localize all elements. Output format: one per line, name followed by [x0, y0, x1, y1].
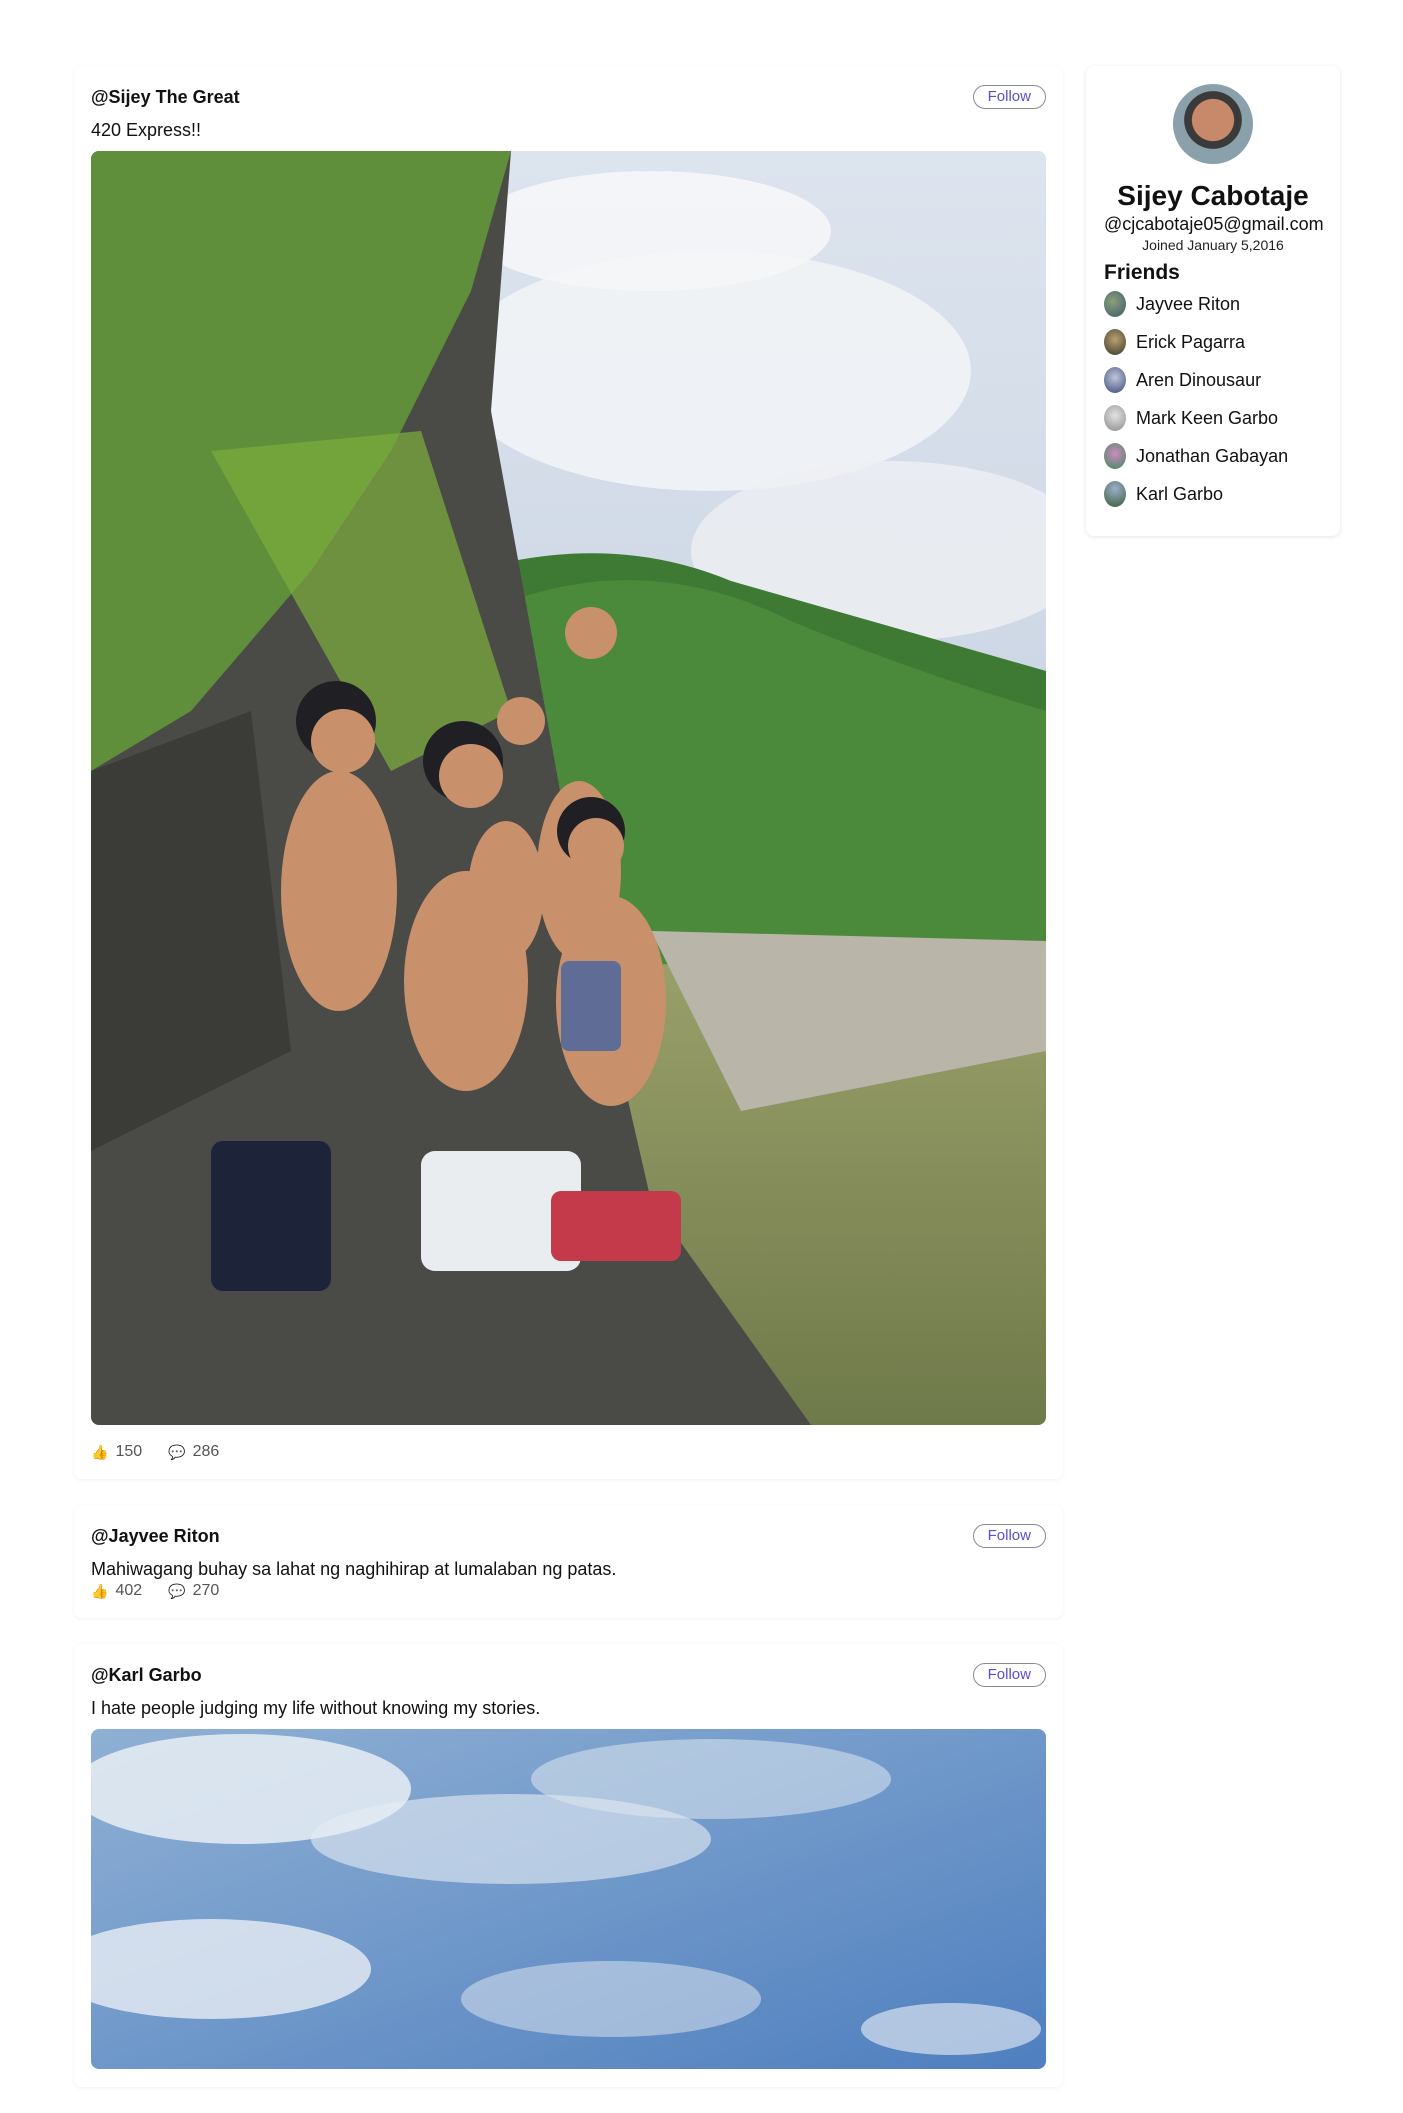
post-username[interactable]: @Karl Garbo — [91, 1665, 202, 1686]
friend-name: Jonathan Gabayan — [1136, 445, 1289, 466]
friend-name: Mark Keen Garbo — [1136, 407, 1279, 428]
post-header: @Karl Garbo Follow — [91, 1662, 1046, 1688]
like-count[interactable]: 👍 402 — [91, 1582, 142, 1600]
feed: @Sijey The Great Follow 420 Express!! 👍 … — [74, 66, 1063, 2113]
post-username[interactable]: @Jayvee Riton — [91, 1526, 220, 1547]
profile-card: Sijey Cabotaje @cjcabotaje05@gmail.com J… — [1086, 66, 1340, 536]
friend-item[interactable]: Erick Pagarra — [1104, 323, 1322, 361]
friends-list: Jayvee Riton Erick Pagarra Aren Dinousau… — [1104, 285, 1322, 513]
like-value: 402 — [115, 1582, 143, 1599]
post-text: 420 Express!! — [91, 120, 202, 140]
profile-email: @cjcabotaje05@gmail.com — [1104, 214, 1324, 234]
post-image[interactable] — [91, 1729, 1046, 2069]
friend-avatar — [1104, 329, 1126, 355]
comment-value: 286 — [192, 1443, 220, 1460]
post-card: @Jayvee Riton Follow Mahiwagang buhay sa… — [74, 1505, 1063, 1618]
friend-item[interactable]: Jonathan Gabayan — [1104, 437, 1322, 475]
like-count[interactable]: 👍 150 — [91, 1443, 142, 1461]
post-text: Mahiwagang buhay sa lahat ng naghihirap … — [91, 1559, 617, 1579]
avatar[interactable] — [1173, 84, 1253, 164]
post-stats: 👍 402 💬 270 — [91, 1582, 1046, 1600]
friend-avatar — [1104, 481, 1126, 507]
comment-value: 270 — [192, 1582, 220, 1599]
friend-item[interactable]: Mark Keen Garbo — [1104, 399, 1322, 437]
speech-bubble-icon: 💬 — [168, 1582, 186, 1599]
friend-name: Aren Dinousaur — [1136, 369, 1262, 390]
friends-heading: Friends — [1104, 261, 1180, 284]
speech-bubble-icon: 💬 — [168, 1443, 186, 1460]
post-stats: 👍 150 💬 286 — [91, 1443, 1046, 1461]
comment-count[interactable]: 💬 270 — [168, 1582, 219, 1600]
friend-name: Karl Garbo — [1136, 483, 1224, 504]
friend-avatar — [1104, 291, 1126, 317]
friend-item[interactable]: Karl Garbo — [1104, 475, 1322, 513]
post-header: @Jayvee Riton Follow — [91, 1523, 1046, 1549]
thumbs-up-icon: 👍 — [91, 1443, 109, 1460]
post-card: @Karl Garbo Follow I hate people judging… — [74, 1644, 1063, 2087]
thumbs-up-icon: 👍 — [91, 1582, 109, 1599]
friend-avatar — [1104, 443, 1126, 469]
post-text: I hate people judging my life without kn… — [91, 1698, 541, 1718]
post-header: @Sijey The Great Follow — [91, 84, 1046, 110]
profile-name: Sijey Cabotaje — [1117, 180, 1309, 211]
friend-name: Jayvee Riton — [1136, 293, 1241, 314]
friend-name: Erick Pagarra — [1136, 331, 1246, 352]
post-username[interactable]: @Sijey The Great — [91, 87, 240, 108]
like-value: 150 — [115, 1443, 143, 1460]
friend-avatar — [1104, 367, 1126, 393]
follow-button[interactable]: Follow — [972, 85, 1046, 109]
follow-button[interactable]: Follow — [972, 1524, 1046, 1548]
friend-item[interactable]: Aren Dinousaur — [1104, 361, 1322, 399]
post-image[interactable] — [91, 151, 1046, 1425]
friend-avatar — [1104, 405, 1126, 431]
friend-item[interactable]: Jayvee Riton — [1104, 285, 1322, 323]
post-card: @Sijey The Great Follow 420 Express!! 👍 … — [74, 66, 1063, 1479]
follow-button[interactable]: Follow — [972, 1663, 1046, 1687]
comment-count[interactable]: 💬 286 — [168, 1443, 219, 1461]
profile-joined-date: Joined January 5,2016 — [1142, 237, 1284, 253]
